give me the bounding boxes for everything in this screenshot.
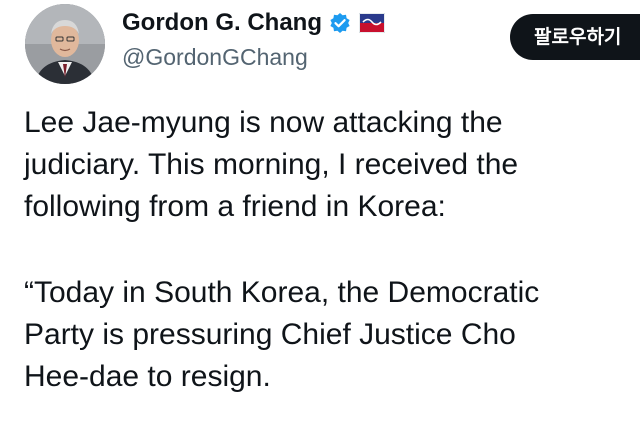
verified-badge-icon[interactable] <box>329 12 351 34</box>
avatar-portrait-icon <box>25 4 105 84</box>
tweet-card: Gordon G. Chang @GordonGChang 팔로우하기 Lee … <box>0 0 640 426</box>
flag-badge-icon[interactable] <box>358 12 386 34</box>
tweet-text-line: Party is pressuring Chief Justice Cho <box>24 318 516 351</box>
author-name-row: Gordon G. Chang <box>122 6 386 40</box>
tweet-text: Lee Jae-myung is now attacking the judic… <box>24 102 640 398</box>
author-handle[interactable]: @GordonGChang <box>122 44 308 71</box>
tweet-text-line: following from a friend in Korea: <box>24 190 446 223</box>
tweet-text-line: Hee-dae to resign. <box>24 360 271 393</box>
follow-button[interactable]: 팔로우하기 <box>510 14 640 60</box>
author-display-name[interactable]: Gordon G. Chang <box>122 9 322 37</box>
tweet-text-line: judiciary. This morning, I received the <box>24 148 519 181</box>
avatar[interactable] <box>25 4 105 84</box>
tweet-text-line: Lee Jae-myung is now attacking the <box>24 106 503 139</box>
tweet-text-line: “Today in South Korea, the Democratic <box>24 276 540 309</box>
